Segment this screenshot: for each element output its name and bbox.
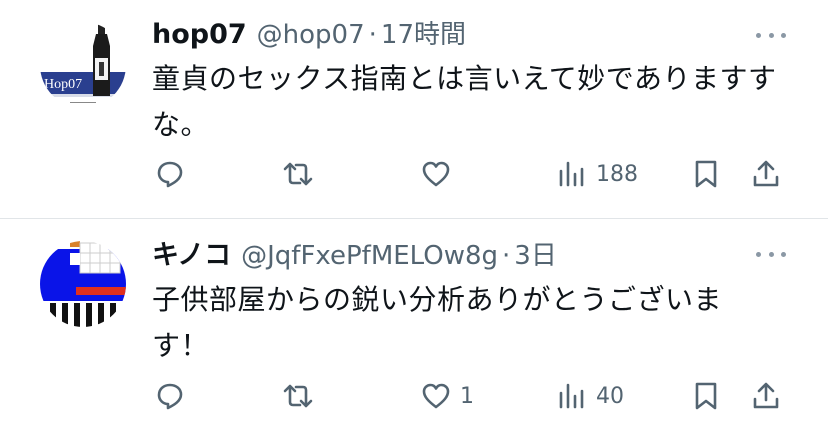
share-button[interactable]: [750, 154, 782, 194]
author-handle[interactable]: @JqfFxePfMELOw8g: [241, 241, 498, 271]
views-button[interactable]: 188: [556, 154, 638, 194]
svg-text:Hop07: Hop07: [44, 77, 82, 92]
retweet-button[interactable]: [282, 154, 322, 194]
tweet-text: 童貞のセックス指南とは言いえて妙でありますす な。: [152, 56, 792, 148]
retweet-icon: [283, 162, 313, 186]
hop07-avatar-image: Hop07: [40, 22, 126, 108]
view-count: 188: [596, 161, 638, 187]
author-name[interactable]: hop07: [152, 19, 247, 50]
more-options-icon[interactable]: [756, 244, 786, 264]
views-chart-icon: [559, 383, 584, 409]
tweet-1[interactable]: Hop07 hop07 @hop07 · 17時間 童貞のセックス指南とは言いえ…: [0, 0, 828, 218]
avatar[interactable]: [40, 241, 126, 327]
tweet-text: 子供部屋からの鋭い分析ありがとうございま す！: [152, 277, 792, 369]
tweet-actions: 188: [0, 154, 828, 194]
author-handle[interactable]: @hop07: [257, 20, 365, 50]
reply-button[interactable]: [154, 154, 194, 194]
reply-icon: [157, 161, 183, 188]
like-button[interactable]: 1: [420, 376, 474, 416]
heart-icon: [422, 383, 450, 409]
retweet-icon: [283, 384, 313, 408]
tweet-text-line: 童貞のセックス指南とは言いえて妙でありますす: [152, 62, 777, 95]
tweet-text-line: す！: [152, 329, 210, 362]
share-button[interactable]: [750, 376, 782, 416]
tweet-header: hop07 @hop07 · 17時間: [152, 14, 466, 51]
tweet-text-line: な。: [152, 108, 210, 141]
separator: ·: [368, 20, 377, 50]
reply-button[interactable]: [154, 376, 194, 416]
share-icon: [753, 160, 779, 187]
reply-icon: [157, 383, 183, 410]
views-button[interactable]: 40: [556, 376, 624, 416]
views-chart-icon: [559, 161, 584, 187]
retweet-button[interactable]: [282, 376, 322, 416]
timestamp[interactable]: 3日: [514, 235, 557, 272]
tweet-2[interactable]: キノコ @JqfFxePfMELOw8g · 3日 子供部屋からの鋭い分析ありが…: [0, 219, 828, 430]
bookmark-button[interactable]: [690, 376, 722, 416]
view-count: 40: [596, 383, 624, 409]
share-icon: [753, 382, 779, 409]
bookmark-icon: [695, 382, 717, 410]
heart-icon: [422, 161, 450, 187]
like-count: 1: [460, 383, 474, 409]
avatar[interactable]: Hop07: [40, 22, 126, 108]
kinoko-avatar-image: [40, 241, 126, 327]
like-button[interactable]: [420, 154, 460, 194]
bookmark-icon: [695, 160, 717, 188]
tweet-text-line: 子供部屋からの鋭い分析ありがとうございま: [152, 283, 723, 316]
author-name[interactable]: キノコ: [152, 233, 231, 272]
tweet-header: キノコ @JqfFxePfMELOw8g · 3日: [152, 233, 557, 271]
separator: ·: [502, 241, 511, 271]
timestamp[interactable]: 17時間: [381, 14, 466, 51]
tweet-actions: 1 40: [0, 376, 828, 416]
bookmark-button[interactable]: [690, 154, 722, 194]
more-options-icon[interactable]: [756, 25, 786, 45]
